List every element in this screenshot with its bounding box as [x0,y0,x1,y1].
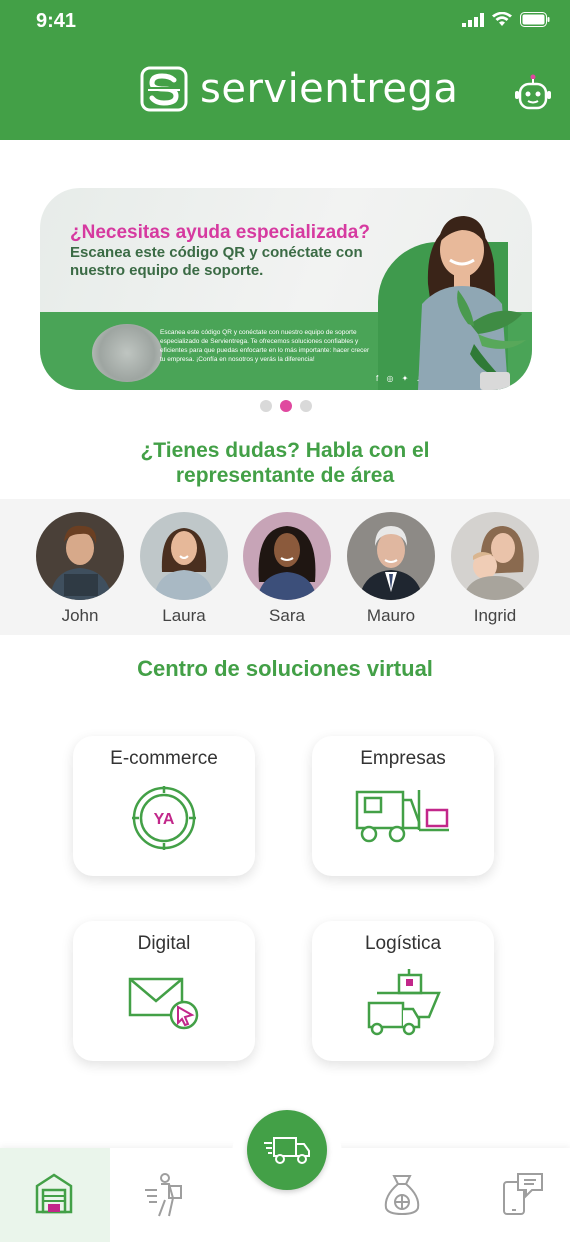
ship-truck-icon [367,969,441,1036]
support-banner[interactable]: ¿Necesitas ayuda especializada? Escanea … [40,188,532,390]
rep-john[interactable]: John [35,512,125,626]
email-cursor-icon [128,977,199,1030]
ya-clock-icon: YA [132,786,196,850]
delivery-truck-icon [264,1137,310,1164]
qr-code [92,324,162,382]
card-digital[interactable]: Digital [73,921,255,1061]
shipping-fab-button[interactable] [247,1110,327,1190]
rep-laura[interactable]: Laura [139,512,229,626]
app-header: 9:41 servientrega [0,0,570,140]
rep-mauro[interactable]: Mauro [346,512,436,626]
status-icons [462,12,550,27]
wifi-icon [492,12,512,26]
rep-name: Mauro [366,606,416,625]
representatives-row: John Laura Sara Mauro Ingrid [0,499,570,635]
carousel-dot[interactable] [300,400,312,412]
card-label: Empresas [360,748,446,769]
battery-icon [520,12,550,27]
banner-body: Escanea este código QR y conéctate con n… [160,329,370,363]
rep-name: Sara [269,606,305,625]
avatar [243,512,331,600]
brand-name: servientrega [200,66,459,112]
money-bag-icon[interactable] [382,1172,422,1216]
carousel-dot[interactable] [260,400,272,412]
avatar [451,512,539,600]
carousel-dots [260,400,312,412]
device-chat-icon[interactable] [500,1172,544,1216]
rep-name: Laura [162,606,206,625]
delivery-person-icon[interactable] [143,1172,185,1218]
solutions-title: Centro de soluciones virtual [137,656,433,681]
banner-headline: ¿Necesitas ayuda especializada? [70,222,370,243]
reps-title-text: ¿Tienes dudas? Habla con el representant… [140,439,430,487]
servientrega-logo-icon [140,66,188,112]
chatbot-icon[interactable] [514,74,552,112]
support-agent-photo [418,216,526,390]
brand-logo: servientrega [140,66,458,112]
avatar [347,512,435,600]
avatar [36,512,124,600]
reps-section-title: ¿Tienes dudas? Habla con el representant… [0,438,570,488]
warehouse-icon [35,1173,73,1214]
card-logistica[interactable]: Logística [312,921,494,1061]
rep-sara[interactable]: Sara [242,512,332,626]
status-time: 9:41 [36,10,77,32]
rep-name: John [61,606,99,625]
banner-subline: Escanea este código QR y conéctate con n… [70,244,363,279]
ya-text: YA [154,811,175,828]
signal-icon [462,12,484,27]
card-empresas[interactable]: Empresas [312,736,494,876]
card-label: Digital [137,933,191,954]
avatar [140,512,228,600]
carousel-dot-active[interactable] [280,400,292,412]
card-label: Logística [364,933,442,954]
nav-item-home[interactable] [0,1148,110,1242]
card-ecommerce[interactable]: E-commerce YA [73,736,255,876]
forklift-icon [355,790,449,843]
rep-ingrid[interactable]: Ingrid [450,512,540,626]
status-bar: 9:41 [0,0,570,46]
card-label: E-commerce [110,748,218,769]
rep-name: Ingrid [473,606,517,625]
